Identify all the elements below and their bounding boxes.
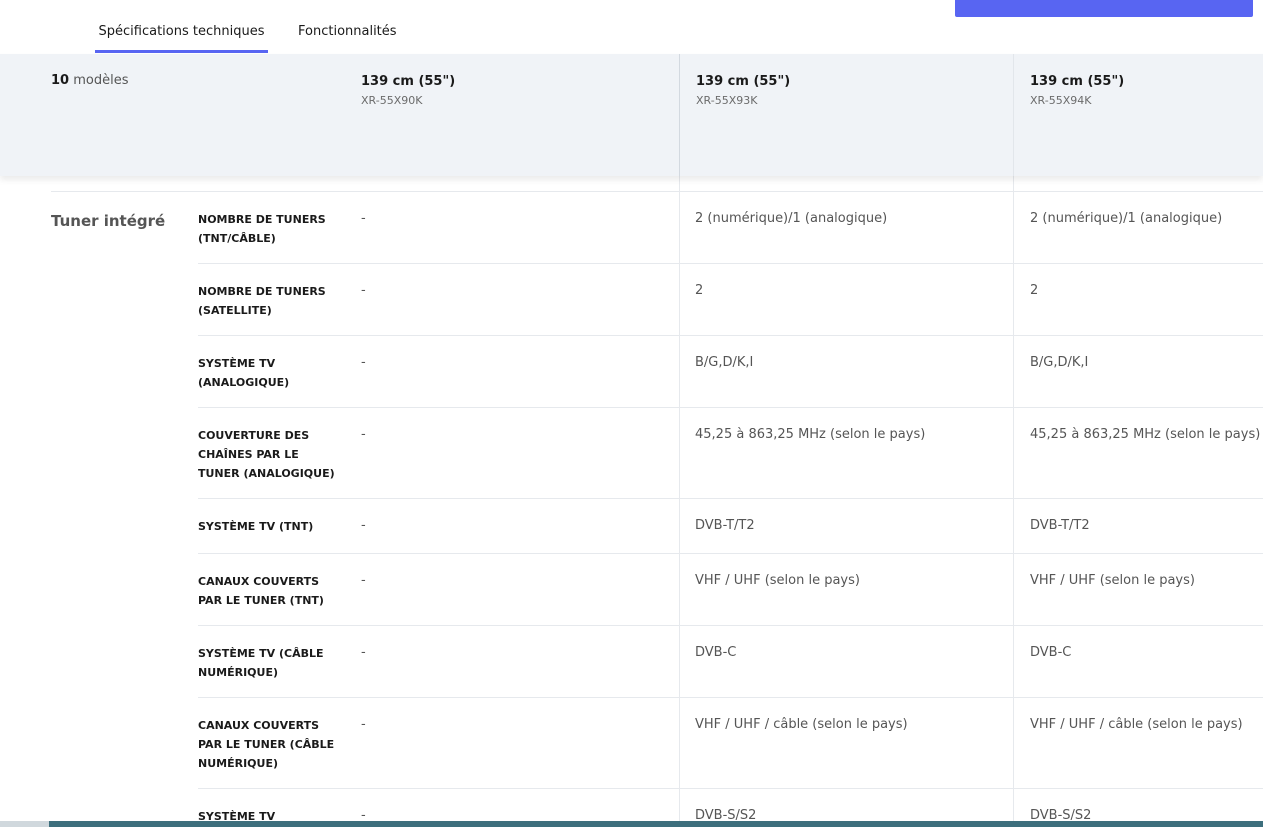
spec-label: NOMBRE DE TUNERS (SATELLITE): [198, 285, 326, 317]
spec-row: NOMBRE DE TUNERS (SATELLITE) - 2 2: [198, 264, 1263, 336]
spec-row: SYSTÈME TV (CÂBLE NUMÉRIQUE) - DVB-C DVB…: [198, 626, 1263, 698]
spec-value: VHF / UHF (selon le pays): [1030, 573, 1195, 588]
spec-value: 45,25 à 863,25 MHz (selon le pays): [695, 427, 926, 442]
model-code: XR-55X93K: [696, 94, 758, 107]
spec-value: 45,25 à 863,25 MHz (selon le pays): [1030, 427, 1261, 442]
spec-value: B/G,D/K,I: [695, 355, 754, 370]
model-code: XR-55X90K: [361, 94, 423, 107]
spec-value: -: [361, 427, 366, 442]
start-button[interactable]: [0, 821, 49, 827]
model-size: 139 cm (55"): [361, 74, 456, 89]
spec-value: 2 (numérique)/1 (analogique): [695, 211, 888, 226]
spec-value: -: [361, 717, 366, 732]
model-count: 10 modèles: [51, 73, 128, 88]
spec-value: DVB-C: [1030, 645, 1072, 660]
spec-label: SYSTÈME TV (TNT): [198, 520, 314, 533]
tab-bar: Spécifications techniques Fonctionnalité…: [0, 0, 1263, 54]
spec-label: CANAUX COUVERTS PAR LE TUNER (TNT): [198, 575, 324, 607]
spec-value: -: [361, 518, 366, 533]
model-code: XR-55X94K: [1030, 94, 1092, 107]
spec-row: CANAUX COUVERTS PAR LE TUNER (CÂBLE NUMÉ…: [198, 698, 1263, 789]
model-column-3[interactable]: 139 cm (55") XR-55X94K: [1013, 54, 1263, 176]
model-count-number: 10: [51, 73, 70, 88]
model-column-2[interactable]: 139 cm (55") XR-55X93K: [679, 54, 1013, 176]
model-column-1[interactable]: 139 cm (55") XR-55X90K: [345, 54, 679, 176]
spec-row: SYSTÈME TV (ANALOGIQUE) - B/G,D/K,I B/G,…: [198, 336, 1263, 408]
spec-value: -: [361, 283, 366, 298]
spec-value: -: [361, 355, 366, 370]
spec-value: -: [361, 645, 366, 660]
spec-row: SYSTÈME TV (TNT) - DVB-T/T2 DVB-T/T2: [198, 499, 1263, 554]
model-count-text: modèles: [73, 73, 129, 88]
spec-row: NOMBRE DE TUNERS (TNT/CÂBLE) - 2 (numéri…: [198, 192, 1263, 264]
tab-specifications[interactable]: Spécifications techniques: [95, 24, 268, 54]
primary-action-button[interactable]: [955, 0, 1253, 17]
spec-value: VHF / UHF / câble (selon le pays): [1030, 717, 1243, 732]
spec-row: CANAUX COUVERTS PAR LE TUNER (TNT) - VHF…: [198, 554, 1263, 626]
spec-label: NOMBRE DE TUNERS (TNT/CÂBLE): [198, 213, 326, 245]
spec-value: 2 (numérique)/1 (analogique): [1030, 211, 1223, 226]
spec-value: 2: [1030, 283, 1039, 298]
spec-row: COUVERTURE DES CHAÎNES PAR LE TUNER (ANA…: [198, 408, 1263, 499]
spec-label: SYSTÈME TV (ANALOGIQUE): [198, 357, 290, 389]
spec-label: COUVERTURE DES CHAÎNES PAR LE TUNER (ANA…: [198, 429, 335, 480]
model-size: 139 cm (55"): [696, 74, 791, 89]
spec-value: DVB-T/T2: [1030, 518, 1090, 533]
spec-rows: NOMBRE DE TUNERS (TNT/CÂBLE) - 2 (numéri…: [198, 192, 1263, 827]
spec-value: DVB-C: [695, 645, 737, 660]
spec-value: DVB-T/T2: [695, 518, 755, 533]
tab-label: Fonctionnalités: [298, 24, 397, 39]
tab-label: Spécifications techniques: [98, 24, 265, 39]
model-header: 10 modèles 139 cm (55") XR-55X90K 139 cm…: [0, 54, 1263, 176]
spec-value: VHF / UHF / câble (selon le pays): [695, 717, 908, 732]
spec-value: VHF / UHF (selon le pays): [695, 573, 860, 588]
spec-value: B/G,D/K,I: [1030, 355, 1089, 370]
spec-value: -: [361, 211, 366, 226]
spec-comparison-page: Spécifications techniques Fonctionnalité…: [0, 0, 1263, 827]
spec-label: CANAUX COUVERTS PAR LE TUNER (CÂBLE NUMÉ…: [198, 719, 335, 770]
spec-table: Tuner intégré NOMBRE DE TUNERS (TNT/CÂBL…: [0, 176, 1263, 827]
spec-value: -: [361, 573, 366, 588]
spec-label: SYSTÈME TV (CÂBLE NUMÉRIQUE): [198, 647, 324, 679]
os-taskbar: [0, 821, 1263, 827]
model-size: 139 cm (55"): [1030, 74, 1125, 89]
section-title: Tuner intégré: [51, 212, 166, 230]
tab-features[interactable]: Fonctionnalités: [298, 24, 398, 54]
spec-value: 2: [695, 283, 704, 298]
